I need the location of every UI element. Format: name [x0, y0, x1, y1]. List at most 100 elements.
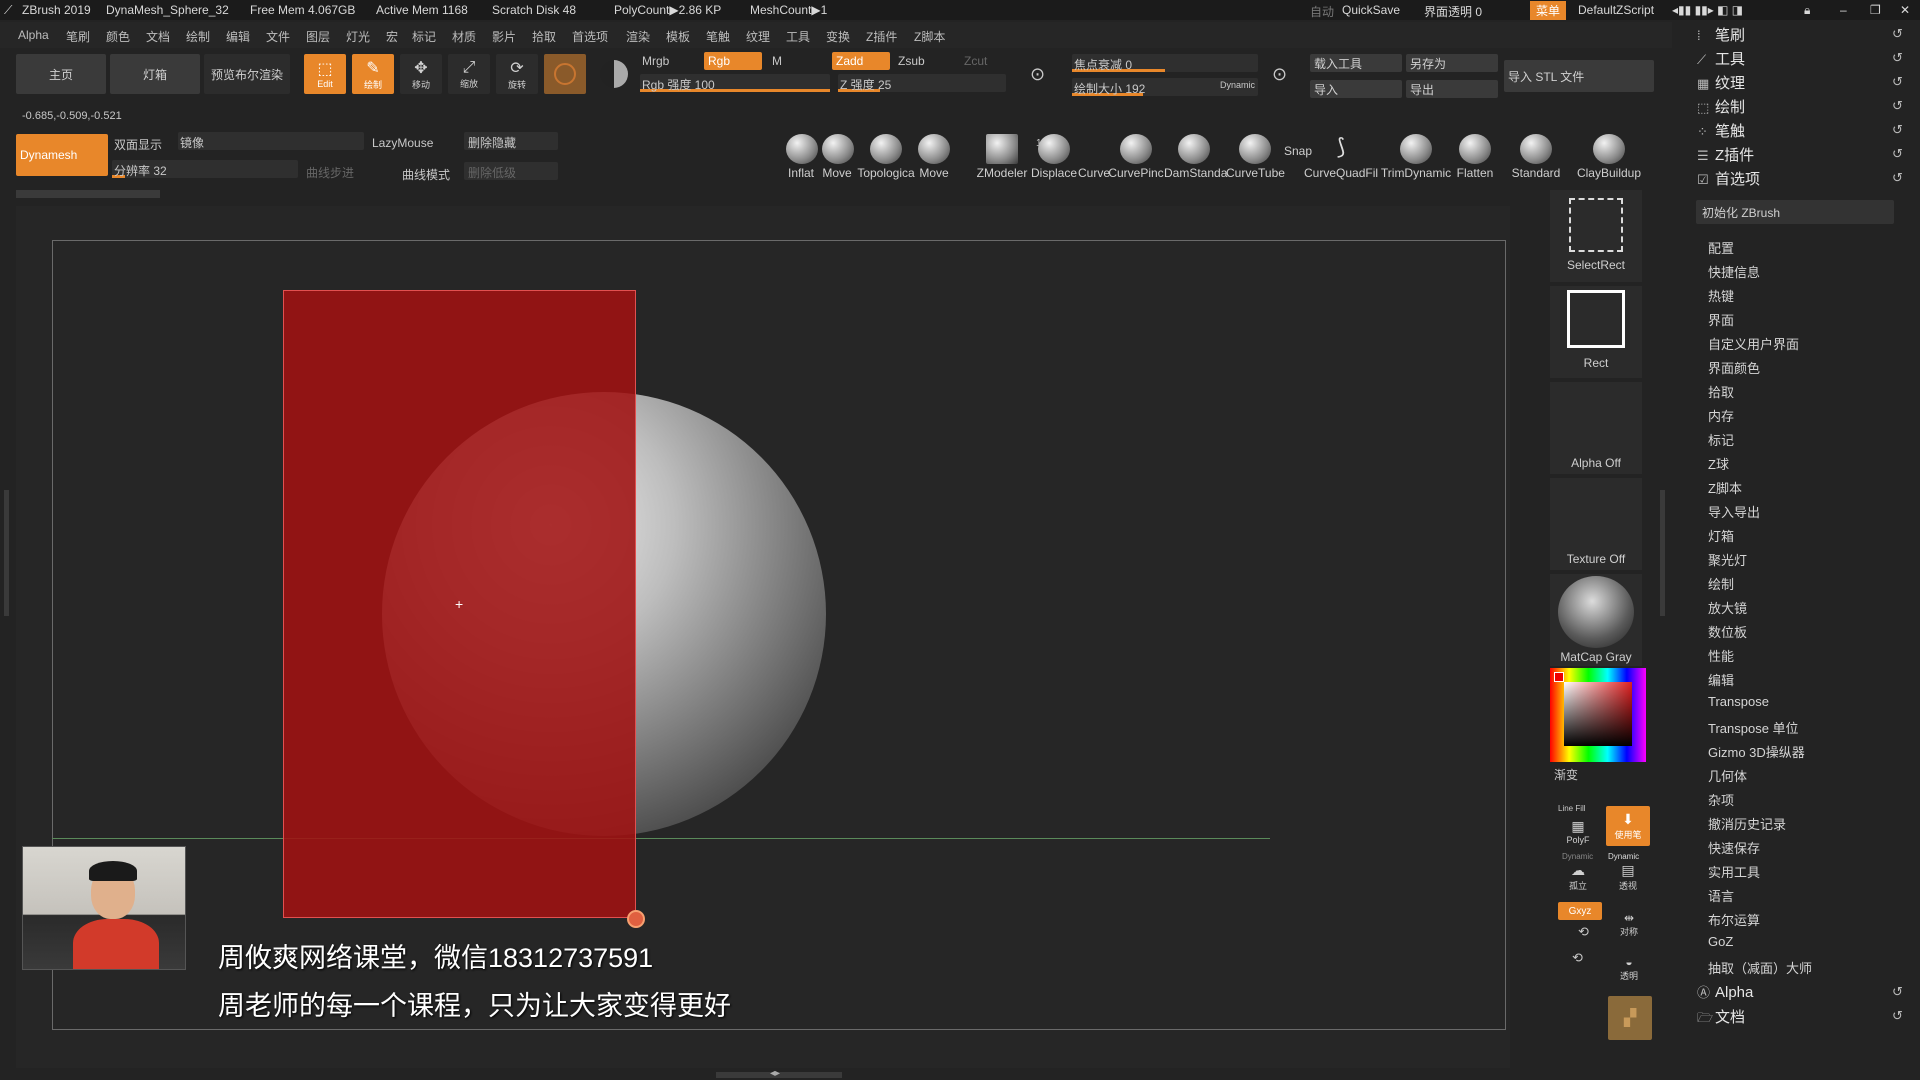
scroll-bar[interactable]: [16, 190, 160, 198]
panel-tool[interactable]: ⟋ 工具: [1697, 48, 1745, 69]
brush-curvequadfill[interactable]: ⟆ CurveQuadFil: [1304, 134, 1378, 180]
home-button[interactable]: 主页: [16, 54, 106, 94]
xyz-symmetry-button[interactable]: Gxyz: [1558, 902, 1602, 920]
pref-item[interactable]: 数位板: [1708, 622, 1747, 641]
panel-preferences[interactable]: ☑ 首选项: [1697, 168, 1760, 189]
solo-button[interactable]: ☁ 孤立: [1560, 862, 1596, 892]
m-button[interactable]: M: [772, 54, 782, 68]
pref-item[interactable]: 快速保存: [1708, 838, 1760, 857]
menu-color[interactable]: 颜色: [106, 28, 130, 45]
double-sided-button[interactable]: 双面显示: [114, 136, 162, 153]
right-splitter[interactable]: [1660, 490, 1665, 616]
bpr-button[interactable]: 预览布尔渲染: [204, 54, 290, 94]
mrgb-button[interactable]: Mrgb: [642, 54, 669, 68]
brush-displace[interactable]: Displace: [1030, 134, 1078, 180]
pref-item[interactable]: Z脚本: [1708, 478, 1742, 497]
pref-item[interactable]: 标记: [1708, 430, 1734, 449]
pref-item[interactable]: 放大镜: [1708, 598, 1747, 617]
menu-layer[interactable]: 图层: [306, 28, 330, 45]
brush-zmodeler[interactable]: ZModeler: [974, 134, 1030, 180]
quicksave-button[interactable]: QuickSave: [1342, 3, 1400, 17]
perspective-button[interactable]: ▤ 透视: [1608, 862, 1648, 892]
draw-button[interactable]: ✎ 绘制: [352, 54, 394, 94]
selectrect-tile[interactable]: SelectRect: [1550, 190, 1642, 282]
panel-alpha[interactable]: Ⓐ Alpha: [1697, 982, 1753, 1001]
rgb-intensity-slider[interactable]: Rgb 强度 100: [640, 74, 830, 92]
brush-flatten[interactable]: Flatten: [1452, 134, 1498, 180]
pref-item[interactable]: 绘制: [1708, 574, 1734, 593]
load-tool-button[interactable]: 载入工具: [1310, 54, 1402, 72]
import-button[interactable]: 导入: [1310, 80, 1402, 98]
zsub-button[interactable]: Zsub: [898, 54, 925, 68]
zcut-button[interactable]: Zcut: [964, 54, 987, 68]
reset-document-icon[interactable]: ↺: [1892, 1008, 1903, 1024]
material-swatch[interactable]: [544, 54, 586, 94]
ghost-button[interactable]: ▞: [1608, 996, 1652, 1040]
menu-brush[interactable]: 笔刷: [66, 28, 90, 45]
pref-item[interactable]: 布尔运算: [1708, 910, 1760, 929]
menu-material[interactable]: 材质: [452, 28, 476, 45]
brush-trimdynamic[interactable]: TrimDynamic: [1380, 134, 1452, 180]
brush-snap[interactable]: Snap: [1284, 144, 1312, 158]
lazymouse-button[interactable]: LazyMouse: [372, 136, 433, 150]
panel-draw[interactable]: ⬚ 绘制: [1697, 96, 1745, 117]
dynamic-toggle[interactable]: Dynamic: [1220, 80, 1255, 90]
reset-draw-icon[interactable]: ↺: [1892, 98, 1903, 114]
pref-item[interactable]: 几何体: [1708, 766, 1747, 785]
focal-shift-slider[interactable]: 焦点衰减 0: [1072, 54, 1258, 72]
pref-item[interactable]: 自定义用户界面: [1708, 334, 1799, 353]
delete-hidden-button[interactable]: 删除隐藏: [464, 132, 558, 150]
edit-button[interactable]: ⬚ Edit: [304, 54, 346, 94]
panel-brush[interactable]: ⁞ 笔刷: [1697, 24, 1745, 45]
close-icon[interactable]: ✕: [1900, 3, 1910, 17]
pref-item[interactable]: 性能: [1708, 646, 1734, 665]
reset-zplugin-icon[interactable]: ↺: [1892, 146, 1903, 162]
menu-stencil[interactable]: 模板: [666, 28, 690, 45]
lightbox-button[interactable]: 灯箱: [110, 54, 200, 94]
tray-arrows-icon[interactable]: ◂▸: [770, 1068, 780, 1079]
pref-item[interactable]: 内存: [1708, 406, 1734, 425]
menu-edit[interactable]: 编辑: [226, 28, 250, 45]
pref-item[interactable]: 抽取（减面）大师: [1708, 958, 1812, 977]
polyf-button[interactable]: ▦ PolyF: [1560, 816, 1596, 846]
color-saturation-square[interactable]: [1564, 682, 1632, 746]
pref-item[interactable]: GoZ: [1708, 934, 1733, 949]
rect-tile[interactable]: Rect: [1550, 286, 1642, 378]
curve-mode-button[interactable]: 曲线模式: [402, 166, 450, 183]
menu-movie[interactable]: 影片: [492, 28, 516, 45]
menu-file[interactable]: 文件: [266, 28, 290, 45]
drag-handle-icon[interactable]: [627, 910, 645, 928]
menu-light[interactable]: 灯光: [346, 28, 370, 45]
pref-item[interactable]: 热键: [1708, 286, 1734, 305]
export-button[interactable]: 导出: [1406, 80, 1498, 98]
menu-preferences[interactable]: 首选项: [572, 28, 608, 45]
pref-item[interactable]: 杂项: [1708, 790, 1734, 809]
alpha-tile[interactable]: Alpha Off: [1550, 382, 1642, 474]
brush-inflat[interactable]: Inflat: [786, 134, 818, 180]
pref-item[interactable]: 配置: [1708, 238, 1734, 257]
pref-item[interactable]: 语言: [1708, 886, 1734, 905]
dynamesh-button[interactable]: Dynamesh: [16, 134, 108, 176]
save-as-button[interactable]: 另存为: [1406, 54, 1498, 72]
brush-damstandard[interactable]: DamStanda: [1164, 134, 1227, 180]
brush-standard[interactable]: Standard: [1508, 134, 1564, 180]
menu-texture[interactable]: 纹理: [746, 28, 770, 45]
rotate-button[interactable]: ⟳ 旋转: [496, 54, 538, 94]
menu-tool[interactable]: 工具: [786, 28, 810, 45]
menu-transform[interactable]: 变换: [826, 28, 850, 45]
restore-icon[interactable]: ❐: [1870, 3, 1881, 17]
reset-texture-icon[interactable]: ↺: [1892, 74, 1903, 90]
z-intensity-slider[interactable]: Z 强度 25: [838, 74, 1006, 92]
pref-item[interactable]: 聚光灯: [1708, 550, 1747, 569]
menu-toggle-button[interactable]: 菜单: [1530, 1, 1567, 20]
brush-curve[interactable]: Curve: [1078, 134, 1110, 180]
reset-preferences-icon[interactable]: ↺: [1892, 170, 1903, 186]
d-pointer-icon[interactable]: ⊙: [1272, 64, 1287, 85]
curve-step-slider[interactable]: 曲线步进: [306, 164, 354, 181]
pref-item[interactable]: 撤消历史记录: [1708, 814, 1786, 833]
pref-item[interactable]: 编辑: [1708, 670, 1734, 689]
transparency-button[interactable]: ◒ 透明: [1610, 952, 1648, 984]
default-zscript-button[interactable]: DefaultZScript: [1578, 3, 1654, 17]
minimize-icon[interactable]: –: [1840, 3, 1847, 17]
layout-icon[interactable]: ◂▮▮ ▮▮▸ ◧ ◨: [1672, 3, 1743, 17]
